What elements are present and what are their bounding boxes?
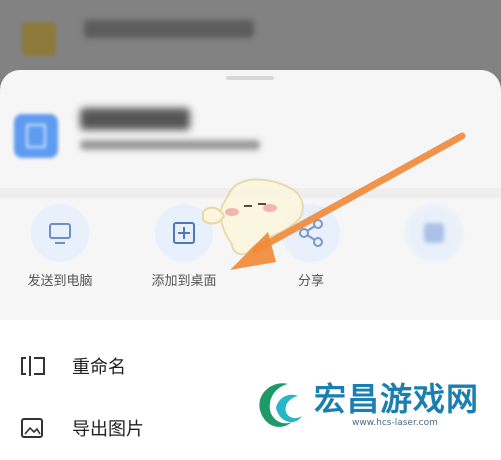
watermark-url: www.hcs-laser.com (352, 418, 438, 428)
quick-actions-row: 发送到电脑 添加到桌面 分享 (0, 200, 501, 318)
add-square-icon (155, 204, 213, 262)
watermark-brand: 宏昌游戏网 (314, 380, 480, 418)
export-image-icon (20, 417, 46, 439)
section-divider (0, 188, 501, 198)
action-label: 发送到电脑 (27, 274, 93, 289)
file-doc-icon (14, 114, 58, 158)
app-icon (405, 204, 463, 262)
menu-item-label: 重命名 (72, 357, 126, 378)
background-header (0, 0, 501, 80)
action-add-to-desktop[interactable]: 添加到桌面 (130, 200, 230, 310)
menu-item-label: 导出图片 (72, 419, 144, 440)
file-name-blurred (80, 108, 190, 130)
site-watermark: 宏昌游戏网 www.hcs-laser.com (248, 372, 501, 435)
action-send-to-pc[interactable]: 发送到电脑 (6, 200, 106, 310)
action-share[interactable]: 分享 (257, 200, 357, 310)
file-meta-blurred (80, 140, 260, 150)
action-label: 分享 (297, 274, 324, 289)
action-label: 添加到桌面 (151, 274, 217, 289)
header-title-blurred (84, 20, 254, 38)
action-more-blurred[interactable] (380, 200, 480, 310)
rename-icon (20, 355, 46, 377)
app-icon (22, 22, 56, 56)
share-icon (282, 204, 340, 262)
watermark-logo-icon (259, 383, 302, 427)
file-info-card (0, 70, 501, 190)
monitor-icon (31, 204, 89, 262)
